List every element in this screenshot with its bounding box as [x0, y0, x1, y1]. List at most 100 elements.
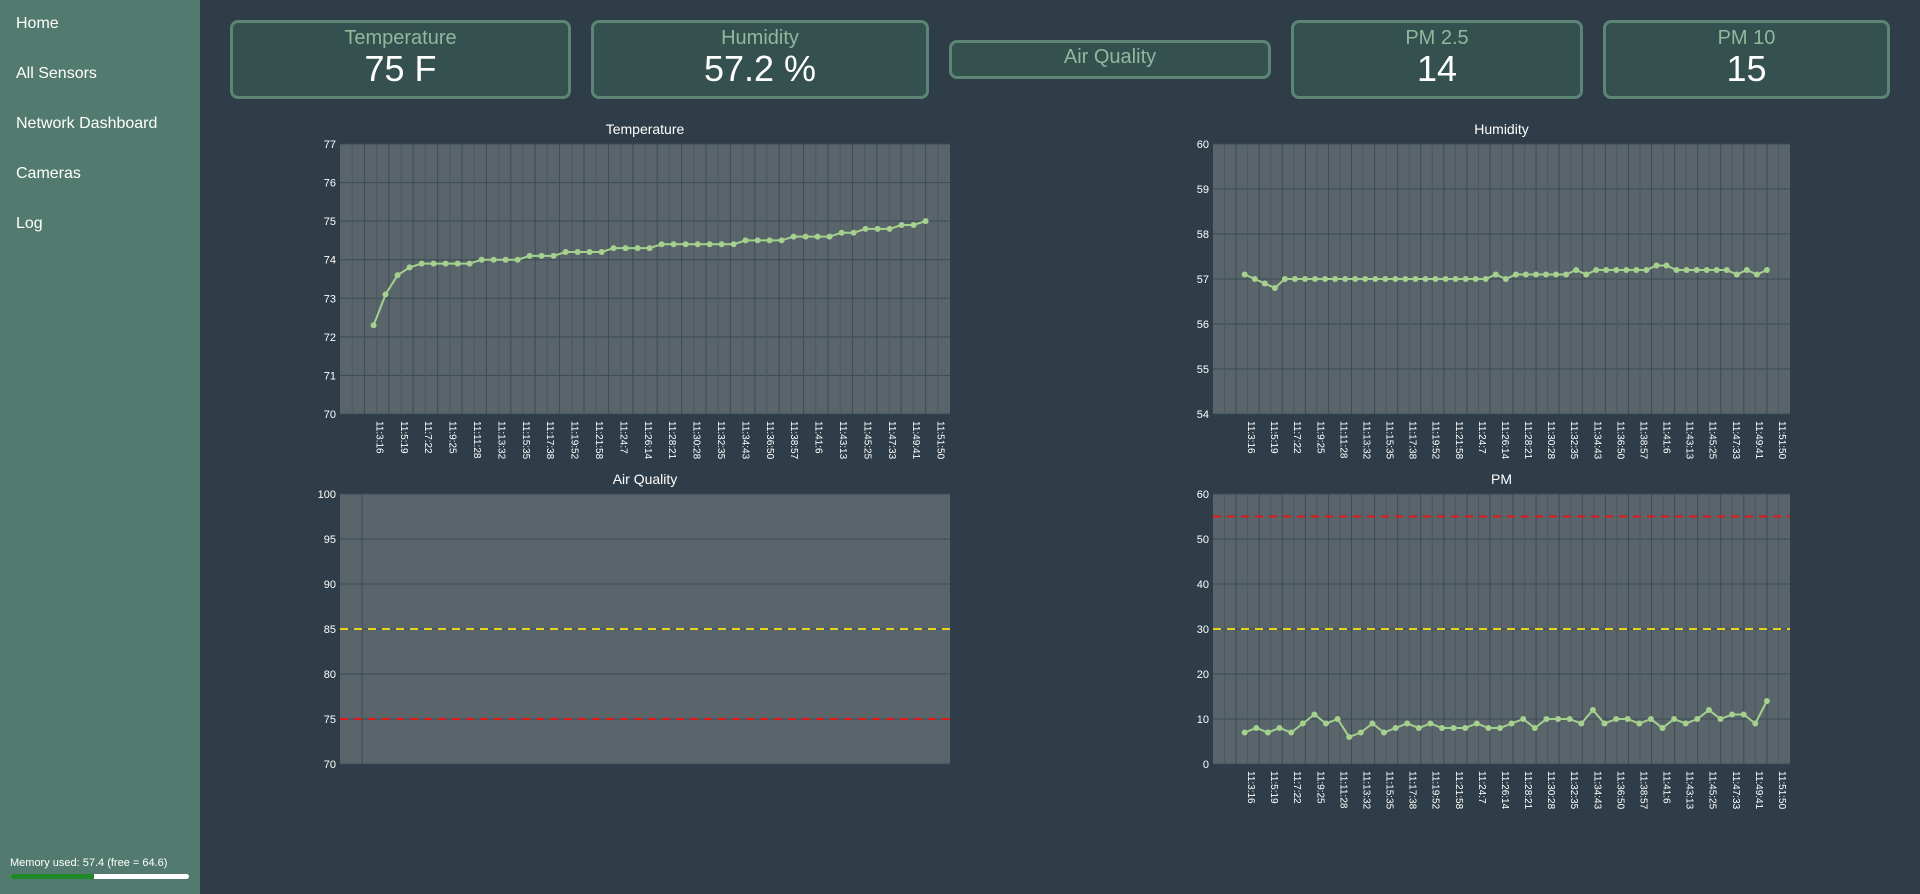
temperature-data-point — [598, 249, 605, 255]
humidity-data-point — [1623, 267, 1630, 273]
temperature-data-point — [850, 229, 857, 236]
humidity-x-tick-label: 11:51:50 — [1776, 421, 1787, 460]
temperature-data-point — [418, 260, 425, 267]
temperature-data-point — [634, 245, 641, 252]
air-quality-y-tick-label: 70 — [324, 759, 336, 771]
pm-x-tick-label: 11:47:33 — [1730, 771, 1741, 810]
temperature-chart-title: Temperature — [606, 121, 685, 137]
humidity-data-point — [1402, 276, 1409, 282]
pm-x-tick-label: 11:34:43 — [1591, 771, 1602, 810]
humidity-data-point — [1271, 285, 1278, 291]
temperature-data-point — [382, 291, 389, 298]
pm-data-point — [1682, 720, 1689, 727]
air-quality-y-tick-label: 85 — [324, 624, 336, 636]
pm-data-point — [1439, 725, 1445, 731]
pm-x-tick-label: 11:13:32 — [1360, 771, 1371, 810]
humidity-data-point — [1291, 276, 1298, 282]
pm-data-point — [1473, 720, 1480, 727]
temperature-y-tick-label: 71 — [324, 370, 336, 382]
temperature-data-point — [826, 233, 833, 240]
temperature-x-tick-label: 11:36:50 — [764, 421, 775, 460]
temperature-x-tick-label: 11:3:16 — [373, 421, 384, 454]
temperature-x-tick-label: 11:51:50 — [935, 421, 946, 460]
temperature-x-tick-label: 11:24:7 — [617, 421, 628, 454]
pm-x-tick-label: 11:38:57 — [1637, 771, 1648, 810]
temperature-y-tick-label: 72 — [324, 332, 336, 344]
pm-x-tick-label: 11:19:52 — [1430, 771, 1441, 810]
temperature-data-point — [814, 233, 821, 240]
humidity-x-tick-label: 11:26:14 — [1499, 421, 1510, 460]
pm-chart-title: PM — [1491, 471, 1512, 487]
humidity-data-point — [1683, 267, 1690, 273]
temperature-y-tick-label: 74 — [324, 255, 336, 267]
humidity-x-tick-label: 11:47:33 — [1730, 421, 1741, 460]
humidity-data-point — [1583, 271, 1590, 278]
pm-x-tick-label: 11:24:7 — [1476, 771, 1487, 804]
pm-x-tick-label: 11:9:25 — [1314, 771, 1325, 804]
pm-data-point — [1427, 720, 1434, 727]
pm-data-point — [1671, 716, 1678, 722]
humidity-data-point — [1332, 276, 1339, 282]
humidity-x-tick-label: 11:24:7 — [1476, 421, 1487, 454]
humidity-data-point — [1753, 271, 1760, 278]
pm-x-tick-label: 11:5:19 — [1268, 771, 1279, 804]
pm-data-point — [1404, 720, 1411, 727]
temperature-data-point — [754, 237, 761, 244]
humidity-data-point — [1312, 276, 1318, 282]
temperature-data-point — [838, 229, 845, 236]
pm-y-tick-label: 50 — [1197, 534, 1209, 546]
humidity-x-tick-label: 11:3:16 — [1245, 421, 1256, 454]
temperature-data-point — [742, 237, 749, 244]
temperature-data-point — [694, 241, 701, 248]
humidity-x-tick-label: 11:28:21 — [1522, 421, 1533, 460]
humidity-data-point — [1693, 267, 1700, 273]
humidity-data-point — [1432, 276, 1439, 282]
pm-data-point — [1288, 729, 1295, 736]
humidity-data-point — [1643, 267, 1650, 273]
temperature-data-point — [406, 264, 413, 271]
humidity-x-tick-label: 11:30:28 — [1545, 421, 1556, 460]
temperature-data-point — [886, 225, 893, 232]
humidity-data-point — [1522, 271, 1529, 278]
temperature-data-point — [670, 241, 677, 248]
humidity-data-point — [1593, 267, 1600, 273]
temperature-data-point — [586, 249, 593, 255]
humidity-data-point — [1251, 276, 1258, 282]
temperature-data-point — [646, 245, 653, 252]
temperature-data-point — [502, 256, 509, 263]
temperature-data-point — [550, 252, 557, 259]
pm-y-tick-label: 0 — [1203, 759, 1209, 771]
pm-data-point — [1694, 716, 1701, 722]
temperature-data-point — [910, 222, 917, 228]
temperature-x-tick-label: 11:5:19 — [398, 421, 409, 454]
temperature-data-point — [862, 225, 869, 232]
humidity-y-tick-label: 58 — [1197, 229, 1209, 241]
pm-data-point — [1276, 725, 1283, 731]
pm-x-tick-label: 11:43:13 — [1684, 771, 1695, 810]
humidity-data-point — [1653, 262, 1660, 269]
pm-y-tick-label: 40 — [1197, 579, 1209, 591]
temperature-data-point — [874, 225, 881, 232]
temperature-data-point — [658, 241, 665, 248]
temperature-x-tick-label: 11:45:25 — [861, 421, 872, 460]
temperature-data-point — [730, 241, 737, 248]
temperature-data-point — [514, 256, 521, 263]
pm-data-point — [1311, 711, 1318, 718]
pm-data-point — [1636, 720, 1643, 727]
temperature-x-tick-label: 11:17:38 — [544, 421, 555, 460]
humidity-data-point — [1372, 276, 1379, 282]
air-quality-chart-title: Air Quality — [613, 471, 678, 487]
humidity-y-tick-label: 59 — [1197, 184, 1209, 196]
humidity-data-point — [1763, 267, 1770, 273]
pm-data-point — [1346, 734, 1353, 740]
pm-x-tick-label: 11:21:58 — [1453, 771, 1464, 810]
humidity-data-point — [1543, 271, 1549, 278]
humidity-x-tick-label: 11:45:25 — [1707, 421, 1718, 460]
humidity-data-point — [1342, 276, 1349, 282]
humidity-x-tick-label: 11:15:35 — [1384, 421, 1395, 460]
temperature-x-tick-label: 11:9:25 — [447, 421, 458, 454]
air-quality-y-tick-label: 75 — [324, 714, 336, 726]
pm-x-tick-label: 11:7:22 — [1291, 771, 1302, 804]
temperature-data-point — [466, 260, 473, 267]
pm-x-tick-label: 11:3:16 — [1245, 771, 1256, 804]
